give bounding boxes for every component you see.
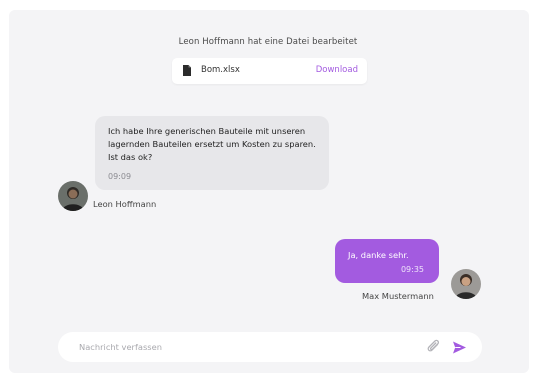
avatar-leon-hoffmann [58,181,88,211]
avatar [58,181,88,211]
file-attachment-card: Bom.xlsx Download [172,58,367,84]
incoming-message-bubble: Ich habe Ihre generischen Bauteile mit u… [95,116,329,190]
message-time: 09:35 [400,265,424,274]
avatar-max-mustermann [451,269,481,299]
message-time: 09:09 [108,172,132,181]
paperclip-icon[interactable] [426,339,442,355]
file-name: Bom.xlsx [201,65,240,75]
system-note: Leon Hoffmann hat eine Datei bearbeitet [178,37,358,47]
send-icon[interactable] [452,340,467,355]
download-link[interactable]: Download [316,65,358,75]
message-text: Ich habe Ihre generischen Bauteile mit u… [108,126,316,162]
sender-name: Leon Hoffmann [93,199,157,209]
document-icon [183,65,191,76]
avatar [451,269,481,299]
message-input[interactable] [79,339,409,355]
message-composer [58,332,482,362]
message-text: Ja, danke sehr. [348,250,409,260]
outgoing-message-bubble: Ja, danke sehr. 09:35 [335,239,439,283]
sender-name: Max Mustermann [362,291,434,301]
